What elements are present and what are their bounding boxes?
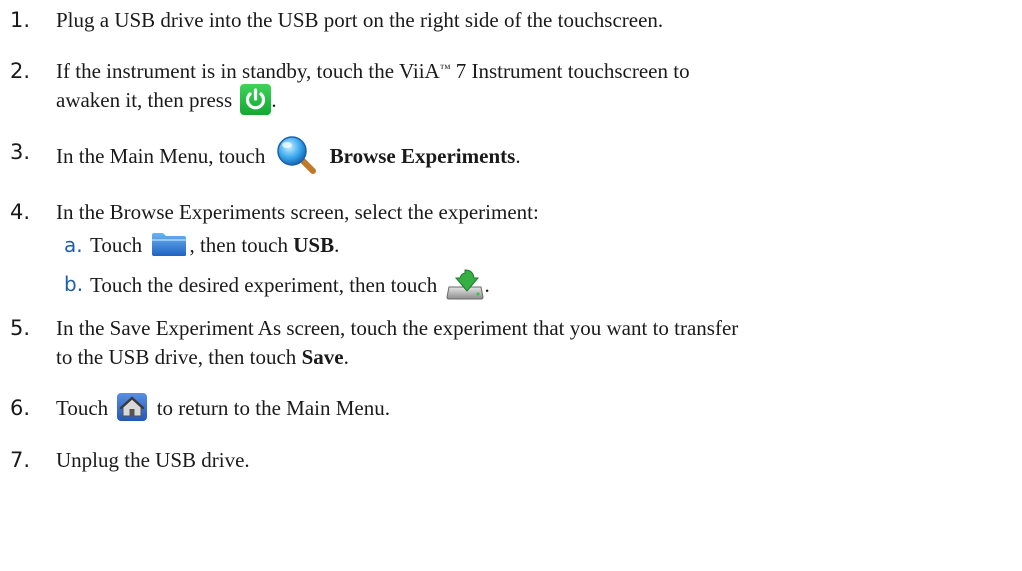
substep-text: Touch the desired experiment, then touch xyxy=(90,272,438,297)
step-6: 6. Touch to return to the Main Menu. xyxy=(10,393,1010,424)
step-4: 4. In the Browse Experiments screen, sel… xyxy=(10,198,1010,304)
step-2: 2. If the instrument is in standby, touc… xyxy=(10,57,1010,118)
step-number: 1. xyxy=(10,8,31,32)
bold-text: Browse Experiments xyxy=(329,143,516,168)
substep-a: a. Touch , then touch USB. xyxy=(56,231,1010,260)
step-number: 7. xyxy=(10,448,31,473)
search-icon xyxy=(275,135,320,175)
step-3: 3. In the Main Menu, touch Browse Experi… xyxy=(10,135,1010,178)
step-5: 5. In the Save Experiment As screen, tou… xyxy=(10,314,1010,372)
substep-letter: b. xyxy=(64,271,84,296)
step-text: Unplug the USB drive. xyxy=(56,448,250,473)
step-text: In the Browse Experiments screen, select… xyxy=(56,199,539,224)
step-text: . xyxy=(271,88,277,112)
step-text: If the instrument is in standby, touch t… xyxy=(56,59,440,83)
step-text: 7 Instrument touchscreen to xyxy=(450,59,690,83)
procedure-steps: 1. Plug a USB drive into the USB port on… xyxy=(10,0,1010,475)
substep-text: , then touch xyxy=(189,232,288,257)
step-text: Plug a USB drive into the USB port on th… xyxy=(56,8,664,32)
step-text: to return to the Main Menu. xyxy=(156,395,390,420)
step-number: 4. xyxy=(10,199,31,224)
substep-text: . xyxy=(334,232,340,257)
bold-text: USB xyxy=(293,232,335,257)
home-icon xyxy=(117,393,148,422)
step-text: to the USB drive, then touch xyxy=(56,344,297,369)
step-text: awaken it, then press xyxy=(56,88,233,112)
step-1: 1. Plug a USB drive into the USB port on… xyxy=(10,6,1010,35)
step-number: 2. xyxy=(10,59,31,83)
step-text: In the Main Menu, touch xyxy=(56,143,266,168)
folder-icon xyxy=(151,231,187,257)
bold-text: Save xyxy=(301,344,344,369)
step-text: . xyxy=(343,344,349,369)
trademark-symbol: ™ xyxy=(439,63,451,75)
step-text: . xyxy=(515,143,521,168)
substep-text: . xyxy=(484,272,490,297)
download-icon xyxy=(445,267,485,301)
substep-text: Touch xyxy=(90,232,143,257)
step-number: 6. xyxy=(10,395,31,420)
power-icon xyxy=(240,83,272,115)
substep-b: b. Touch the desired experiment, then to… xyxy=(56,267,1010,304)
substep-letter: a. xyxy=(64,232,83,257)
step-number: 3. xyxy=(10,139,31,164)
substeps: a. Touch , then touch USB. b. Touch the … xyxy=(56,231,1010,304)
step-number: 5. xyxy=(10,315,31,340)
step-text: Touch xyxy=(56,395,109,420)
step-7: 7. Unplug the USB drive. xyxy=(10,446,1010,475)
step-text: In the Save Experiment As screen, touch … xyxy=(56,315,739,340)
